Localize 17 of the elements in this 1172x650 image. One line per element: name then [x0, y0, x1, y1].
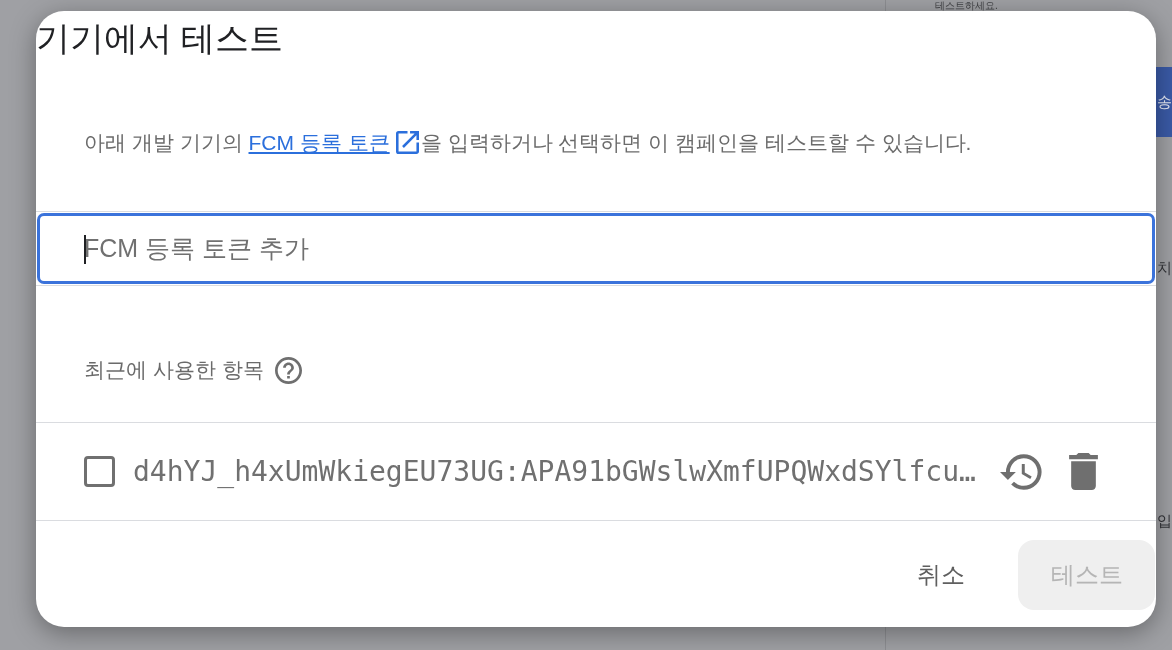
token-input-field[interactable]: FCM 등록 토큰 추가 — [37, 213, 1155, 284]
section-label: 최근에 사용한 항목 — [84, 357, 264, 383]
label-text: 치 — [1157, 258, 1172, 278]
trash-icon[interactable] — [1069, 453, 1098, 490]
action-button[interactable]: 송 — [1156, 67, 1172, 137]
instruction-text: 테스트하세요. — [935, 0, 998, 11]
description-text: 아래 개발 기기의 FCM 등록 토큰 을 입력하거나 선택하면 이 캠페인을 테스트할 수 있습니다. — [84, 130, 972, 156]
help-icon[interactable] — [274, 356, 302, 384]
token-checkbox[interactable] — [84, 456, 115, 487]
dialog-title: 기기에서 테스트 — [36, 18, 284, 59]
label-text: 입 — [1157, 511, 1172, 531]
external-link-icon — [395, 131, 419, 154]
token-docs-link[interactable]: FCM 등록 토큰 — [248, 131, 421, 154]
history-icon[interactable] — [1000, 453, 1042, 490]
token-text: d4hYJ_h4xUmWkiegEU73UG:APA91bGWslwXmfUPQWxdSYlfcu… — [133, 455, 977, 488]
cancel-button[interactable]: 취소 — [913, 555, 969, 595]
text-cursor-icon — [84, 235, 86, 264]
